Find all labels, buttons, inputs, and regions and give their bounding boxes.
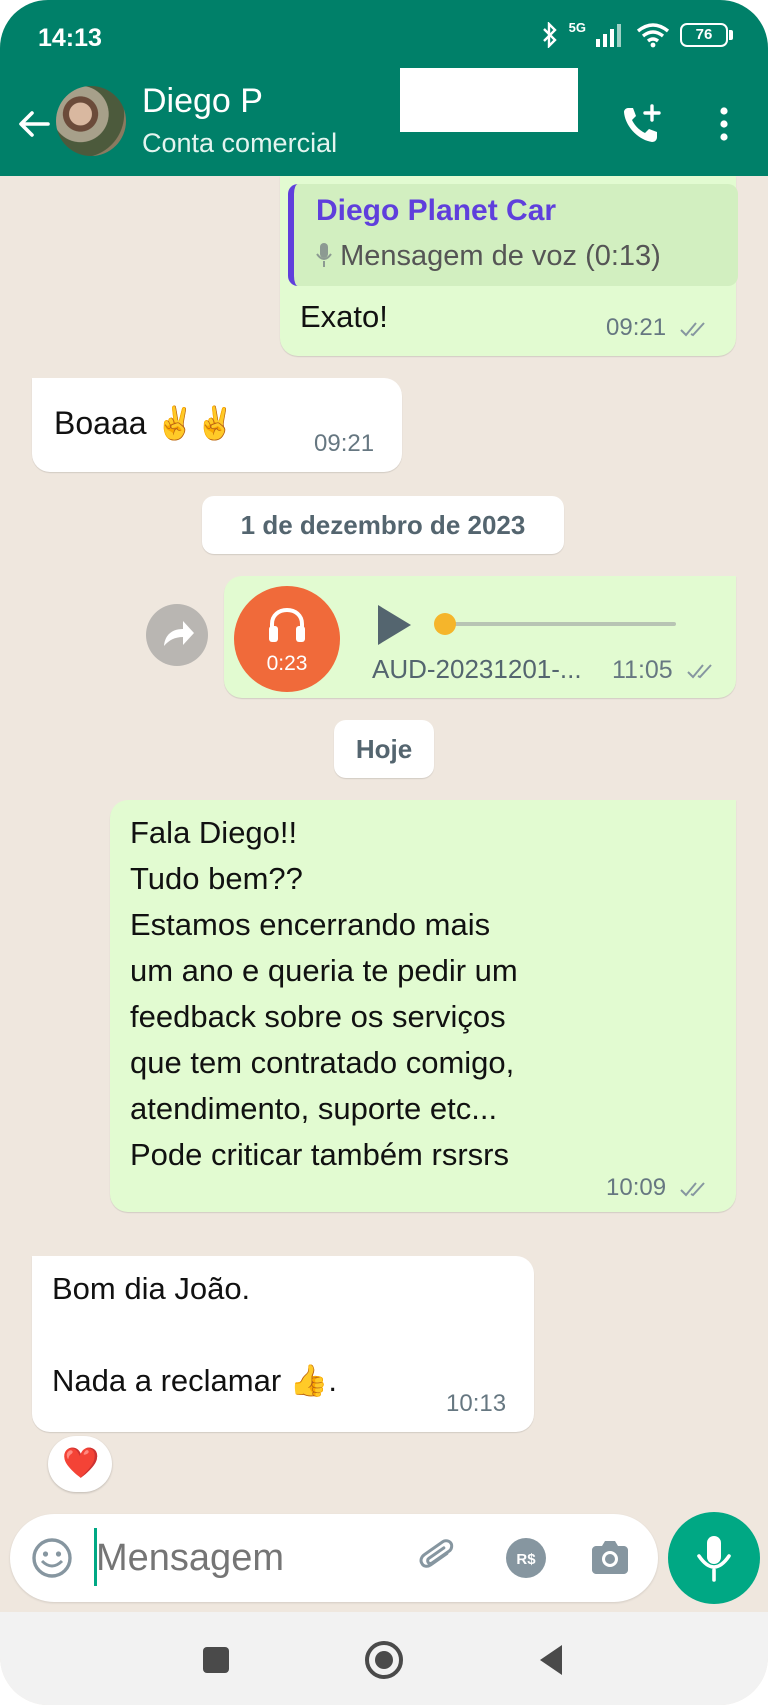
quoted-sender: Diego Planet Car [316,194,557,227]
headphones-icon [269,607,305,642]
system-nav-bar [0,1612,768,1705]
message-text: Bom dia João. Nada a reclamar 👍. [52,1271,337,1398]
message-outgoing-feedback[interactable]: Fala Diego!! Tudo bem?? Estamos encerran… [110,800,736,1212]
message-time: 10:09 [606,1174,709,1202]
message-incoming-boaaa[interactable]: Boaaa ✌️✌️ 09:21 [32,378,402,472]
forward-icon [164,621,194,646]
mic-button[interactable] [668,1512,760,1604]
payment-icon[interactable]: R$ [504,1536,548,1580]
heart-icon: ❤️ [62,1447,100,1480]
quoted-message[interactable]: Diego Planet Car Mensagem de voz (0:13) [288,184,738,286]
redaction-box [400,68,578,132]
message-text: Boaaa ✌️✌️ [54,405,236,441]
play-icon[interactable] [374,602,414,648]
network-label: 5G [568,19,586,35]
avatar[interactable] [56,86,126,156]
bluetooth-icon [542,22,557,48]
phone-screen: 14:13 5G 76 Diego P Conta comercial Dieg… [0,0,768,1705]
date-separator-today: Hoje [334,720,434,778]
battery-indicator: 76 [680,23,733,47]
audio-thumbnail: 0:23 [234,586,340,692]
nav-home-icon[interactable] [362,1638,406,1682]
chat-area[interactable]: Diego Planet Car Mensagem de voz (0:13) … [0,176,768,1510]
double-check-icon [686,664,712,679]
forward-button[interactable] [146,604,208,666]
mic-small-icon [316,243,332,267]
wifi-icon [636,23,670,48]
quoted-voice-text: Mensagem de voz (0:13) [316,240,661,273]
attach-icon[interactable] [416,1536,460,1580]
nav-back-icon[interactable] [530,1638,574,1682]
message-text: Fala Diego!! Tudo bem?? Estamos encerran… [130,815,518,1172]
contact-name[interactable]: Diego P [142,68,578,132]
mic-icon [697,1536,731,1582]
chat-header: Diego P Conta comercial [0,68,768,176]
audio-progress-track[interactable] [434,613,676,635]
message-outgoing-exato[interactable]: Diego Planet Car Mensagem de voz (0:13) … [280,176,738,356]
reaction-badge[interactable]: ❤️ [48,1436,112,1492]
signal-icon [596,24,621,47]
audio-progress-knob[interactable] [434,613,456,635]
nav-recents-icon[interactable] [194,1638,238,1682]
double-check-icon [680,1181,705,1197]
message-time: 11:05 [612,656,716,685]
contact-subtitle: Conta comercial [142,128,338,158]
camera-icon[interactable] [588,1536,632,1580]
date-separator: 1 de dezembro de 2023 [202,496,564,554]
menu-icon[interactable] [710,102,738,146]
message-time: 09:21 [314,430,375,457]
add-call-icon[interactable] [620,102,664,146]
message-time: 10:13 [446,1390,507,1417]
message-text: Exato! [300,299,388,334]
status-icons: 5G 76 [541,19,733,48]
message-incoming-bom-dia[interactable]: Bom dia João. Nada a reclamar 👍. 10:13 [32,1256,534,1432]
emoji-icon[interactable] [30,1536,74,1580]
back-icon[interactable] [14,104,54,144]
audio-filename: AUD-20231201-... [372,654,582,684]
audio-message[interactable]: 0:23 AUD-20231201-... 11:05 [224,576,736,698]
audio-duration: 0:23 [266,652,308,675]
status-time: 14:13 [38,24,102,52]
svg-text:R$: R$ [516,1551,536,1568]
message-input[interactable] [94,1526,398,1590]
status-bar: 14:13 5G 76 [0,0,768,76]
double-check-icon [680,321,705,337]
message-time: 09:21 [606,314,709,342]
message-composer: R$ [10,1514,658,1602]
